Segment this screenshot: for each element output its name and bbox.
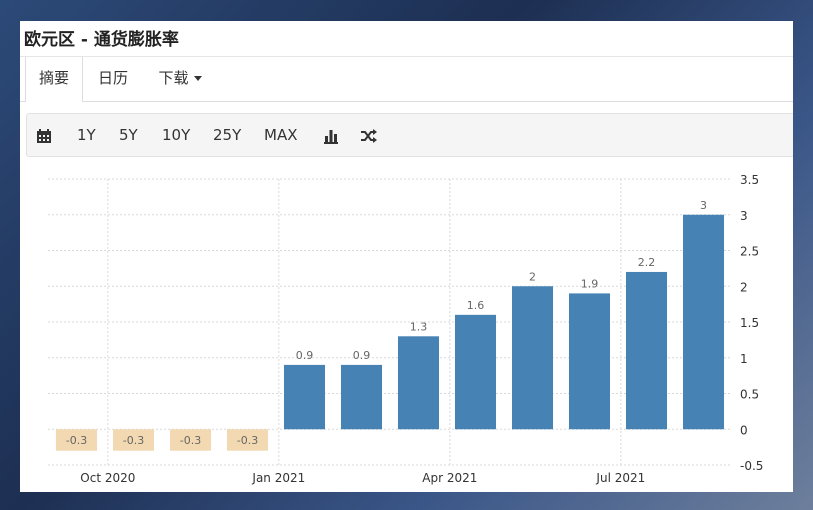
- bar: [682, 214, 725, 430]
- range-25y-button[interactable]: 25Y: [213, 114, 241, 156]
- bar: [625, 271, 668, 430]
- range-10y-button[interactable]: 10Y: [162, 114, 190, 156]
- range-1y-button[interactable]: 1Y: [77, 114, 96, 156]
- tab-summary-label: 摘要: [38, 69, 69, 87]
- chart-area: -0.5 0 0.5 1 1.5 2 2.5 3 3.5 Oct 2020 Jan 2021 Apr …: [20, 171, 793, 492]
- y-tick-label: 3: [740, 209, 748, 223]
- bar: [397, 336, 440, 430]
- data-label: 2: [529, 270, 536, 283]
- y-tick-label: 0: [740, 423, 748, 437]
- chart-panel: 欧元区 - 通货膨胀率 摘要 日历 下载 1Y 5Y 10Y 25Y MAX -…: [20, 21, 793, 492]
- tab-calendar-label: 日历: [97, 69, 128, 87]
- x-tick-label: Oct 2020: [80, 471, 135, 485]
- bar: [283, 364, 326, 430]
- bar: [511, 286, 554, 430]
- data-label: -0.3: [237, 434, 258, 447]
- y-tick-label: 3.5: [740, 173, 759, 187]
- page-title: 欧元区 - 通货膨胀率: [24, 30, 179, 50]
- x-tick-label: Apr 2021: [422, 471, 477, 485]
- data-label: -0.3: [180, 434, 201, 447]
- bar-chart-icon[interactable]: [323, 114, 339, 156]
- shuffle-icon[interactable]: [360, 114, 378, 156]
- inflation-bar-chart: -0.5 0 0.5 1 1.5 2 2.5 3 3.5 Oct 2020 Jan 2021 Apr …: [48, 173, 763, 485]
- y-tick-label: 2: [740, 280, 748, 294]
- data-label: 0.9: [296, 349, 314, 362]
- data-label: 1.6: [467, 299, 485, 312]
- range-5y-button[interactable]: 5Y: [119, 114, 138, 156]
- data-label: 0.9: [353, 349, 371, 362]
- tab-bar: 摘要 日历 下载: [20, 56, 793, 102]
- x-tick-label: Jul 2021: [595, 471, 645, 485]
- bar: [454, 314, 497, 430]
- data-label: -0.3: [123, 434, 144, 447]
- data-label: 1.3: [410, 320, 428, 333]
- chevron-down-icon: [193, 76, 202, 81]
- data-label: 1.9: [581, 277, 599, 290]
- chart-toolbar: 1Y 5Y 10Y 25Y MAX: [26, 113, 793, 157]
- calendar-icon[interactable]: [36, 114, 52, 156]
- tab-calendar[interactable]: 日历: [93, 57, 133, 101]
- data-label: -0.3: [66, 434, 87, 447]
- data-label: 3: [700, 199, 707, 212]
- tab-download[interactable]: 下载: [150, 57, 210, 101]
- y-tick-label: 1.5: [740, 316, 759, 330]
- bar: [568, 293, 611, 430]
- y-tick-label: 0.5: [740, 388, 759, 402]
- range-max-button[interactable]: MAX: [264, 114, 297, 156]
- y-tick-label: 2.5: [740, 245, 759, 259]
- bar: [340, 364, 383, 430]
- tab-download-label: 下载: [158, 69, 189, 87]
- tab-summary[interactable]: 摘要: [25, 57, 83, 102]
- y-tick-label: 1: [740, 352, 748, 366]
- data-label: 2.2: [638, 256, 656, 269]
- x-tick-label: Jan 2021: [251, 471, 305, 485]
- y-tick-label: -0.5: [740, 459, 763, 473]
